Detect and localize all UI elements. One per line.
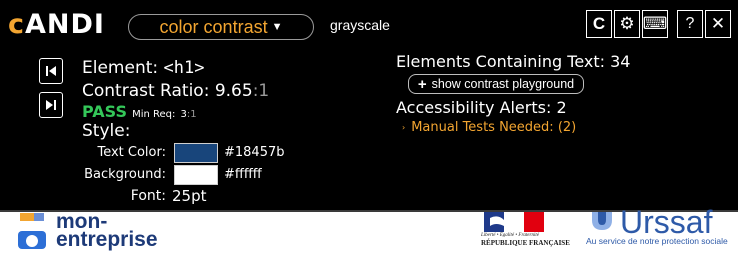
help-button[interactable]: ? (677, 10, 703, 38)
accessibility-alerts-heading: Accessibility Alerts: 2 (396, 98, 567, 117)
contrast-label: Contrast Ratio: (82, 81, 210, 101)
mon-entreprise-logo-icon (12, 213, 52, 249)
elements-containing-text: Elements Containing Text: 34 (396, 52, 631, 71)
module-select[interactable]: color contrast ▼ (128, 14, 314, 40)
contrast-suffix: :1 (252, 81, 270, 101)
module-select-label: color contrast (159, 16, 268, 37)
text-color-value: #18457b (224, 145, 285, 160)
text-color-label: Text Color: (97, 145, 166, 160)
element-line: Element: <h1> (82, 58, 204, 78)
pass-line: PASS Min Req: 3:1 (82, 102, 197, 121)
pass-result: PASS (82, 102, 127, 121)
logo-module-letter: c (8, 9, 26, 40)
previous-element-button[interactable] (39, 58, 63, 84)
manual-tests-link[interactable]: › Manual Tests Needed: (2) (402, 120, 576, 135)
help-icon: ? (685, 15, 695, 32)
style-heading: Style: (82, 121, 131, 141)
background-swatch (174, 165, 218, 185)
urssaf-logo-icon (590, 212, 614, 232)
element-label: Element: (82, 58, 159, 78)
settings-button[interactable]: ⚙ (614, 10, 640, 38)
background-label: Background: (84, 167, 166, 182)
marianne-logo-icon (484, 212, 544, 232)
bullet-icon: › (402, 123, 406, 132)
close-icon: ✕ (710, 14, 726, 34)
close-button[interactable]: ✕ (705, 10, 731, 38)
dropdown-arrow-icon: ▼ (271, 21, 283, 33)
playground-button-label: show contrast playground (431, 77, 575, 91)
andi-logo: cANDI (8, 8, 105, 42)
urssaf-tagline: Au service de notre protection sociale (586, 236, 728, 246)
contrast-ratio-line: Contrast Ratio: 9.65:1 (82, 81, 269, 101)
relaunch-button[interactable]: C (586, 10, 612, 38)
republique-francaise: RÉPUBLIQUE FRANÇAISE (481, 239, 570, 247)
contrast-playground-button[interactable]: + show contrast playground (408, 74, 584, 94)
min-req-label: Min Req: (132, 109, 176, 120)
next-element-button[interactable] (39, 92, 63, 118)
urssaf-wordmark: Urssaf (620, 204, 713, 240)
andi-toolbar: cANDI color contrast ▼ grayscale C ⚙ ⌨ ?… (0, 0, 738, 212)
element-tag: <h1> (163, 58, 205, 78)
relaunch-icon: C (592, 14, 606, 33)
gear-icon: ⚙ (619, 14, 635, 34)
grayscale-toggle[interactable]: grayscale (330, 17, 390, 33)
republique-motto: Liberté • Égalité • Fraternité (481, 233, 539, 238)
mon-entreprise-line2: entreprise (56, 228, 158, 251)
contrast-value: 9.65 (214, 81, 253, 101)
next-icon (46, 100, 56, 110)
keyboard-button[interactable]: ⌨ (642, 10, 668, 38)
plus-icon: + (417, 75, 427, 93)
manual-tests-label: Manual Tests Needed: (2) (411, 120, 577, 135)
font-label: Font: (130, 188, 166, 204)
text-color-swatch (174, 143, 218, 163)
min-req-suffix: :1 (186, 109, 197, 120)
font-value: 25pt (172, 187, 207, 205)
background-value: #ffffff (224, 167, 262, 182)
previous-icon (46, 66, 56, 76)
keyboard-icon: ⌨ (642, 14, 668, 34)
logo-text: ANDI (25, 9, 105, 40)
